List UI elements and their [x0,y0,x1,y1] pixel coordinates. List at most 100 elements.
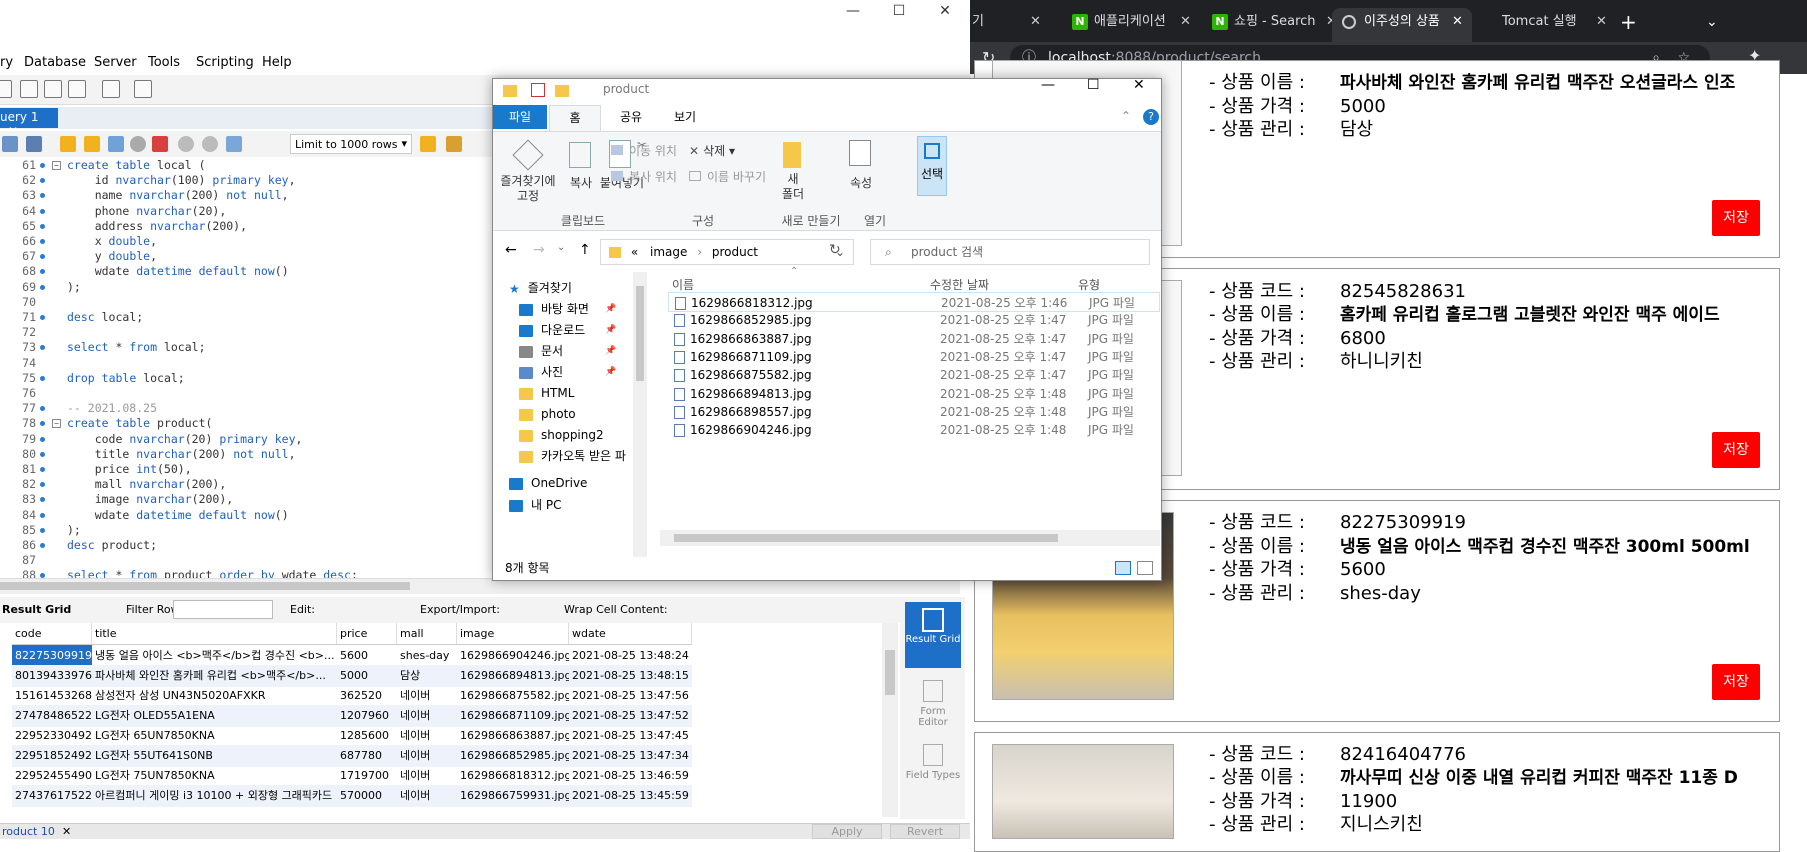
file-row[interactable]: 1629866894813.jpg 2021-08-25 오후 1:48 JPG 파… [668,384,1160,404]
table-cell[interactable]: 1629866852985.jpg [457,745,569,767]
execute-current-icon[interactable] [84,136,100,152]
address-path[interactable]: « image › product ⌄ [600,239,854,265]
file-row[interactable]: 1629866871109.jpg 2021-08-25 오후 1:47 JPG 파… [668,347,1160,367]
revert-button[interactable]: Revert [890,824,960,839]
table-cell[interactable]: 2021-08-25 13:48:15 [569,665,692,687]
copy-to-button[interactable]: 복사 위치 [611,168,677,185]
close-tab-icon[interactable]: ✕ [1030,8,1041,36]
save-button[interactable]: 저장 [1712,664,1760,700]
table-cell[interactable]: 네이버 [397,725,457,747]
list-hscrollbar[interactable] [660,530,1160,546]
nav-item[interactable]: OneDrive [509,473,587,493]
fold-icon[interactable]: − [52,419,61,429]
result-tab[interactable]: roduct 10 [2,825,55,838]
tab-query-1[interactable]: uery 1 ✕ [0,108,58,138]
table-cell[interactable]: 22951852492 [12,745,92,767]
table-cell[interactable]: 파사바체 와인잔 홈카페 유리컵 <b>맥주</b>... [92,665,337,687]
rename-button[interactable]: 이름 바꾸기 [689,168,766,185]
autocommit-icon[interactable] [226,136,242,152]
table-cell[interactable]: 네이버 [397,765,457,787]
stop-on-error-icon[interactable] [152,136,168,152]
table-cell[interactable]: 80139433976 [12,665,92,687]
grid-header-title[interactable]: title [92,623,337,645]
pin-to-quick-access-button[interactable]: 즐겨찾기에 고정 [493,174,563,204]
close-icon[interactable]: ✕ [922,0,968,24]
table-cell[interactable]: 2021-08-25 13:46:59 [569,765,692,787]
table-cell[interactable]: 5600 [337,645,397,667]
file-row[interactable]: 1629866904246.jpg 2021-08-25 오후 1:48 JPG 파… [668,420,1160,440]
table-cell[interactable]: 1207960 [337,705,397,727]
nav-item[interactable]: 문서 📌 [519,341,616,361]
save-icon[interactable] [26,136,42,152]
table-cell[interactable]: 2021-08-25 13:47:56 [569,685,692,707]
browser-tab-active[interactable]: 이주성의 상품 ✕ [1332,8,1472,42]
save-button[interactable]: 저장 [1712,200,1760,236]
table-cell[interactable]: LG전자 55UT641S0NB [92,745,337,767]
sql-new-icon[interactable] [0,80,12,98]
tab-view[interactable]: 보기 [659,105,711,129]
grid-header-wdate[interactable]: wdate [569,623,692,645]
table-cell[interactable]: 5000 [337,665,397,687]
table-cell[interactable]: 1629866818312.jpg [457,765,569,787]
execute-icon[interactable] [60,136,76,152]
editor-hscroll-thumb[interactable] [0,582,410,590]
tab-home[interactable]: 홈 [549,105,601,131]
move-to-button[interactable]: 이동 위치 [611,142,677,159]
menu-help[interactable]: Help [262,55,292,70]
table-cell[interactable]: 삼성전자 삼성 UN43N5020AFXKR [92,685,337,707]
limit-rows-select[interactable]: Limit to 1000 rows ▾ [290,134,412,154]
close-result-icon[interactable]: ✕ [62,825,71,838]
menu-tools[interactable]: Tools [148,55,180,70]
reconnect-icon[interactable] [134,80,152,98]
nav-item[interactable]: photo [519,404,576,424]
tab-file[interactable]: 파일 [493,105,547,129]
table-cell[interactable]: 1629866894813.jpg [457,665,569,687]
chevron-down-icon[interactable]: ⌄ [835,240,845,264]
minimize-icon[interactable]: — [830,0,876,24]
close-tab-icon[interactable]: ✕ [1452,8,1463,36]
table-cell[interactable]: LG전자 65UN7850KNA [92,725,337,747]
select-button[interactable]: 선택 [917,136,947,196]
table-row[interactable]: 27478486522 LG전자 OLED55A1ENA 1207960 네이버 162… [12,705,692,727]
table-row[interactable]: 82275309919 냉동 얼음 아이스 <b>맥주</b>컵 경수진 <b>.… [12,645,692,667]
table-cell[interactable]: 아르컴퍼니 게이밍 i3 10100 + 외장형 그래픽카드 [92,785,337,807]
properties-button[interactable]: 속성 [841,174,881,191]
file-row[interactable]: 1629866863887.jpg 2021-08-25 오후 1:47 JPG 파… [668,329,1160,349]
db-icon[interactable] [44,80,62,98]
grid-header-price[interactable]: price [337,623,397,645]
nav-item[interactable]: HTML [519,383,574,403]
nav-scrollbar[interactable] [633,272,647,557]
nav-item[interactable]: 다운로드 📌 [519,320,616,340]
table-cell[interactable]: 82275309919 [12,645,92,667]
grid-header-code[interactable]: code [12,623,92,645]
breadcrumb-image[interactable]: image [650,245,687,259]
bookmark-icon[interactable] [420,136,436,152]
table-cell[interactable]: 362520 [337,685,397,707]
table-cell[interactable]: 1629866871109.jpg [457,705,569,727]
table-cell[interactable]: 22952455490 [12,765,92,787]
filter-rows-input[interactable] [173,600,273,619]
thumbnail-view-icon[interactable] [1137,561,1153,575]
explain-icon[interactable] [108,136,124,152]
column-type[interactable]: 유형 [1078,276,1100,293]
menu-scripting[interactable]: Scripting [196,55,254,70]
table-cell[interactable]: 1629866875582.jpg [457,685,569,707]
table-cell[interactable]: 네이버 [397,705,457,727]
db-config-icon[interactable] [68,80,86,98]
table-cell[interactable]: 2021-08-25 13:47:45 [569,725,692,747]
new-tab-icon[interactable]: + [1620,8,1650,42]
table-row[interactable]: 80139433976 파사바체 와인잔 홈카페 유리컵 <b>맥주</b>...… [12,665,692,687]
close-tab-icon[interactable]: ✕ [1180,8,1191,36]
table-cell[interactable]: 1629866863887.jpg [457,725,569,747]
table-cell[interactable]: 27478486522 [12,705,92,727]
table-cell[interactable]: 네이버 [397,745,457,767]
table-cell[interactable]: 27437617522 [12,785,92,807]
help-icon[interactable]: ? [1143,109,1159,125]
table-cell[interactable]: 1285600 [337,725,397,747]
table-row[interactable]: 15161453268 삼성전자 삼성 UN43N5020AFXKR 362520 네… [12,685,692,707]
table-cell[interactable]: 570000 [337,785,397,807]
table-cell[interactable]: 15161453268 [12,685,92,707]
field-types-panel-button[interactable]: Field Types [905,744,961,796]
browser-tab[interactable]: N 애플리케이션 ✕ [1064,8,1204,42]
table-cell[interactable]: 네이버 [397,685,457,707]
